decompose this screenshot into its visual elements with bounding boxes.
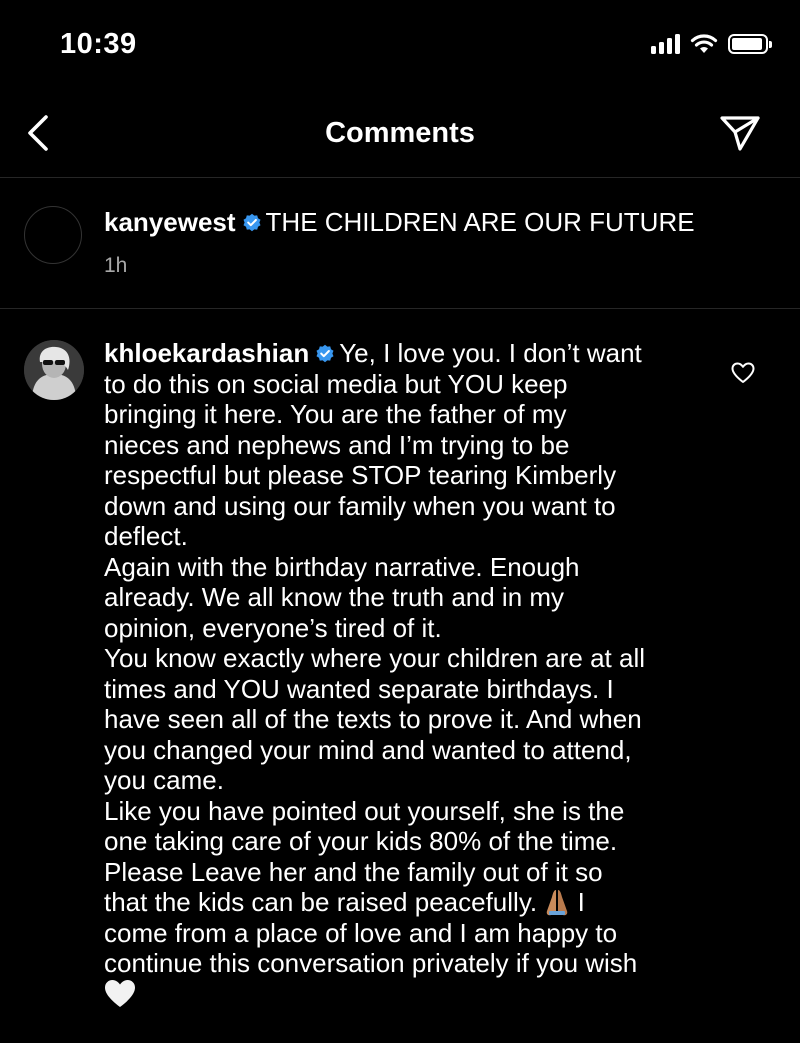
heart-outline-icon[interactable]	[731, 362, 755, 384]
status-icons	[651, 33, 772, 55]
avatar[interactable]	[24, 340, 84, 400]
comment-paragraph-last: Like you have pointed out yourself, she …	[104, 796, 704, 1010]
white-heart-emoji	[105, 979, 135, 1007]
caption-timestamp: 1h	[104, 254, 128, 277]
verified-badge-icon	[316, 344, 334, 363]
avatar-photo-icon	[24, 340, 84, 400]
battery-icon	[728, 34, 772, 54]
verified-badge-icon	[243, 213, 261, 232]
caption-line: kanyewest THE CHILDREN ARE OUR FUTURE	[104, 206, 695, 238]
comment-username[interactable]: khloekardashian	[104, 338, 309, 368]
comment-text-first: Ye, I love you. I don’t want	[339, 338, 642, 368]
status-time: 10:39	[60, 28, 137, 60]
folded-hands-emoji	[547, 890, 568, 916]
header: Comments	[0, 95, 800, 178]
post-caption: kanyewest THE CHILDREN ARE OUR FUTURE 1h	[0, 178, 800, 309]
paper-plane-icon[interactable]	[718, 113, 762, 153]
comment-body: khloekardashian Ye, I love you. I don’t w…	[104, 338, 704, 1009]
page-title: Comments	[325, 117, 475, 149]
avatar[interactable]	[24, 206, 82, 264]
signal-icon	[651, 34, 680, 54]
status-bar: 10:39	[0, 0, 800, 95]
caption-username[interactable]: kanyewest	[104, 207, 236, 237]
caption-text: THE CHILDREN ARE OUR FUTURE	[265, 207, 695, 237]
comment-paragraph: to do this on social media but YOU keep …	[104, 368, 617, 552]
wifi-icon	[690, 34, 718, 53]
comment-paragraph: You know exactly where your children are…	[104, 643, 645, 795]
comment-first-line: khloekardashian Ye, I love you. I don’t w…	[104, 338, 704, 369]
comment-paragraph: Again with the birthday narrative. Enoug…	[104, 551, 580, 643]
